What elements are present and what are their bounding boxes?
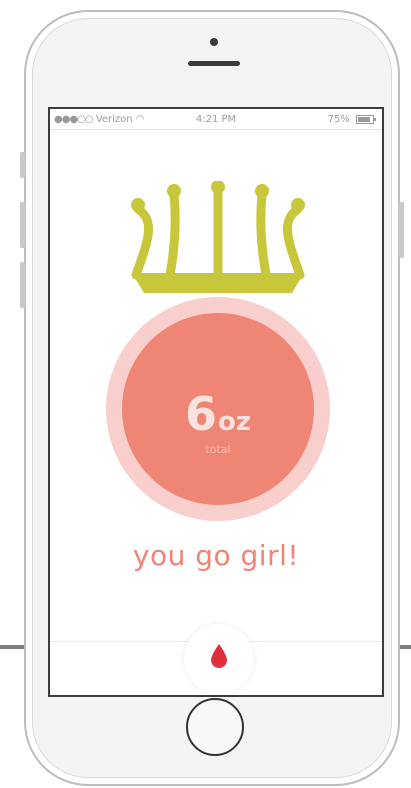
app-screen: ●●●○○ Verizon ◠ 4:21 PM 75% 6oz total yo… (48, 107, 384, 697)
crown-icon (131, 181, 305, 293)
status-bar: ●●●○○ Verizon ◠ 4:21 PM 75% (50, 109, 382, 129)
battery-icon (356, 114, 376, 124)
motivation-message: you go girl! (132, 539, 300, 572)
amount-value: 6 (184, 387, 217, 441)
amount-row: 6oz (122, 387, 314, 441)
battery-percent: 75% (327, 114, 350, 125)
home-button[interactable] (186, 698, 244, 756)
status-divider (50, 129, 382, 130)
earpiece-speaker (188, 61, 240, 66)
progress-ring: 6oz total (106, 297, 330, 521)
mute-switch (20, 152, 25, 178)
volume-down-button (20, 262, 25, 308)
front-camera (210, 38, 218, 46)
amount-label: total (205, 443, 231, 456)
amount-unit: oz (218, 407, 251, 437)
power-button (399, 202, 404, 258)
volume-up-button (20, 202, 25, 248)
add-water-button[interactable] (184, 624, 254, 694)
water-drop-icon (211, 644, 227, 668)
amount-disc: 6oz total (122, 313, 314, 505)
battery-group: 75% (327, 114, 376, 125)
